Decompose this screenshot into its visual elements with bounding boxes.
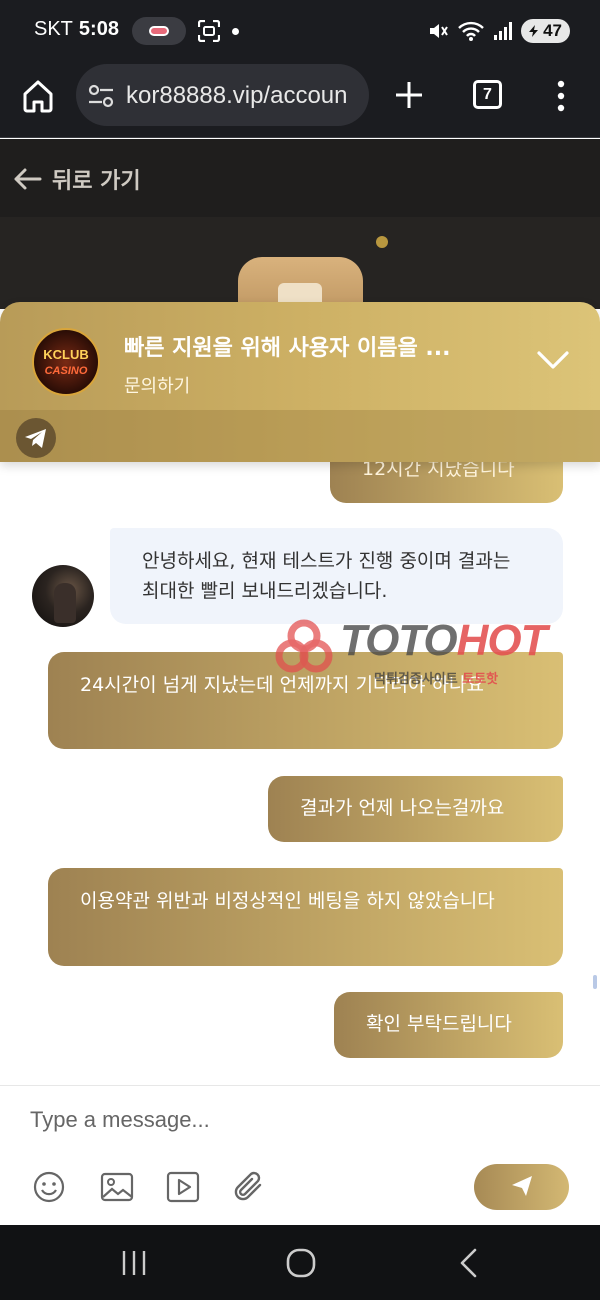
status-right-icons: 47 bbox=[427, 17, 570, 45]
back-arrow-icon[interactable] bbox=[12, 167, 42, 191]
home-nav-icon[interactable] bbox=[283, 1245, 319, 1281]
notification-dot-icon bbox=[232, 28, 239, 35]
attachment-icon[interactable] bbox=[232, 1170, 266, 1204]
new-tab-icon[interactable] bbox=[392, 78, 426, 112]
telegram-icon bbox=[25, 429, 46, 448]
send-button[interactable] bbox=[474, 1164, 569, 1210]
status-bar: SKT 5:08 47 bbox=[0, 0, 600, 62]
telegram-button[interactable] bbox=[16, 418, 56, 458]
back-button[interactable]: 뒤로 가기 bbox=[12, 163, 141, 195]
watermark-subtitle: 먹튀검증사이트 토토핫 bbox=[374, 672, 499, 687]
agent-avatar bbox=[32, 565, 94, 627]
url-text[interactable]: kor88888.vip/accoun bbox=[126, 82, 347, 110]
watermark-logo-icon bbox=[275, 619, 333, 673]
system-nav-bar bbox=[0, 1225, 600, 1300]
battery-indicator: 47 bbox=[521, 19, 570, 43]
notification-card[interactable]: KCLUB CASINO 빠른 지원을 위해 사용자 이름을 ... 문의하기 bbox=[0, 302, 600, 462]
watermark-brand: TOTOHOT bbox=[340, 616, 548, 665]
address-bar[interactable]: kor88888.vip/accoun bbox=[76, 64, 369, 126]
status-carrier-time: SKT 5:08 bbox=[34, 18, 119, 41]
send-icon bbox=[511, 1175, 532, 1196]
indicator-dot bbox=[376, 236, 388, 248]
home-icon[interactable] bbox=[20, 78, 56, 114]
casino-logo-text-bottom: CASINO bbox=[44, 365, 88, 377]
more-menu-icon[interactable] bbox=[556, 80, 566, 112]
page-header: 뒤로 가기 bbox=[0, 139, 600, 327]
tab-switcher-button[interactable]: 7 bbox=[473, 80, 502, 109]
mute-icon bbox=[430, 24, 448, 38]
casino-logo: KCLUB CASINO bbox=[32, 328, 100, 396]
chevron-down-icon[interactable] bbox=[536, 348, 570, 372]
casino-logo-text-top: KCLUB bbox=[43, 347, 89, 362]
message-outgoing: 결과가 언제 나오는걸까요 bbox=[268, 776, 563, 842]
image-upload-icon[interactable] bbox=[100, 1170, 134, 1204]
video-upload-icon[interactable] bbox=[166, 1170, 200, 1204]
message-outgoing: 확인 부탁드립니다 bbox=[334, 992, 563, 1058]
back-nav-icon[interactable] bbox=[452, 1245, 488, 1281]
charging-icon bbox=[529, 25, 539, 37]
carrier-label: SKT bbox=[34, 18, 73, 40]
message-incoming: 안녕하세요, 현재 테스트가 진행 중이며 결과는 최대한 빨리 보내드리겠습니… bbox=[110, 528, 563, 624]
signal-icon bbox=[494, 22, 513, 40]
notification-title: 빠른 지원을 위해 사용자 이름을 ... bbox=[124, 336, 451, 361]
scrollbar-thumb[interactable] bbox=[593, 975, 597, 989]
notification-footer bbox=[0, 410, 600, 462]
watermark: TOTOHOT 먹튀검증사이트 토토핫 bbox=[272, 612, 592, 692]
clock: 5:08 bbox=[78, 18, 119, 40]
call-indicator-icon bbox=[132, 17, 186, 45]
site-settings-icon[interactable] bbox=[88, 84, 114, 108]
browser-toolbar: kor88888.vip/accoun 7 bbox=[0, 62, 600, 138]
recent-apps-icon[interactable] bbox=[116, 1245, 152, 1281]
back-label[interactable]: 뒤로 가기 bbox=[52, 163, 141, 195]
battery-level: 47 bbox=[543, 21, 562, 40]
message-outgoing: 이용약관 위반과 비정상적인 베팅을 하지 않았습니다 bbox=[48, 868, 563, 966]
wifi-icon bbox=[458, 21, 484, 41]
message-composer bbox=[0, 1085, 600, 1225]
notification-subtitle: 문의하기 bbox=[124, 376, 191, 397]
screenshot-icon bbox=[198, 20, 220, 42]
message-input[interactable] bbox=[30, 1100, 550, 1140]
emoji-icon[interactable] bbox=[32, 1170, 66, 1204]
